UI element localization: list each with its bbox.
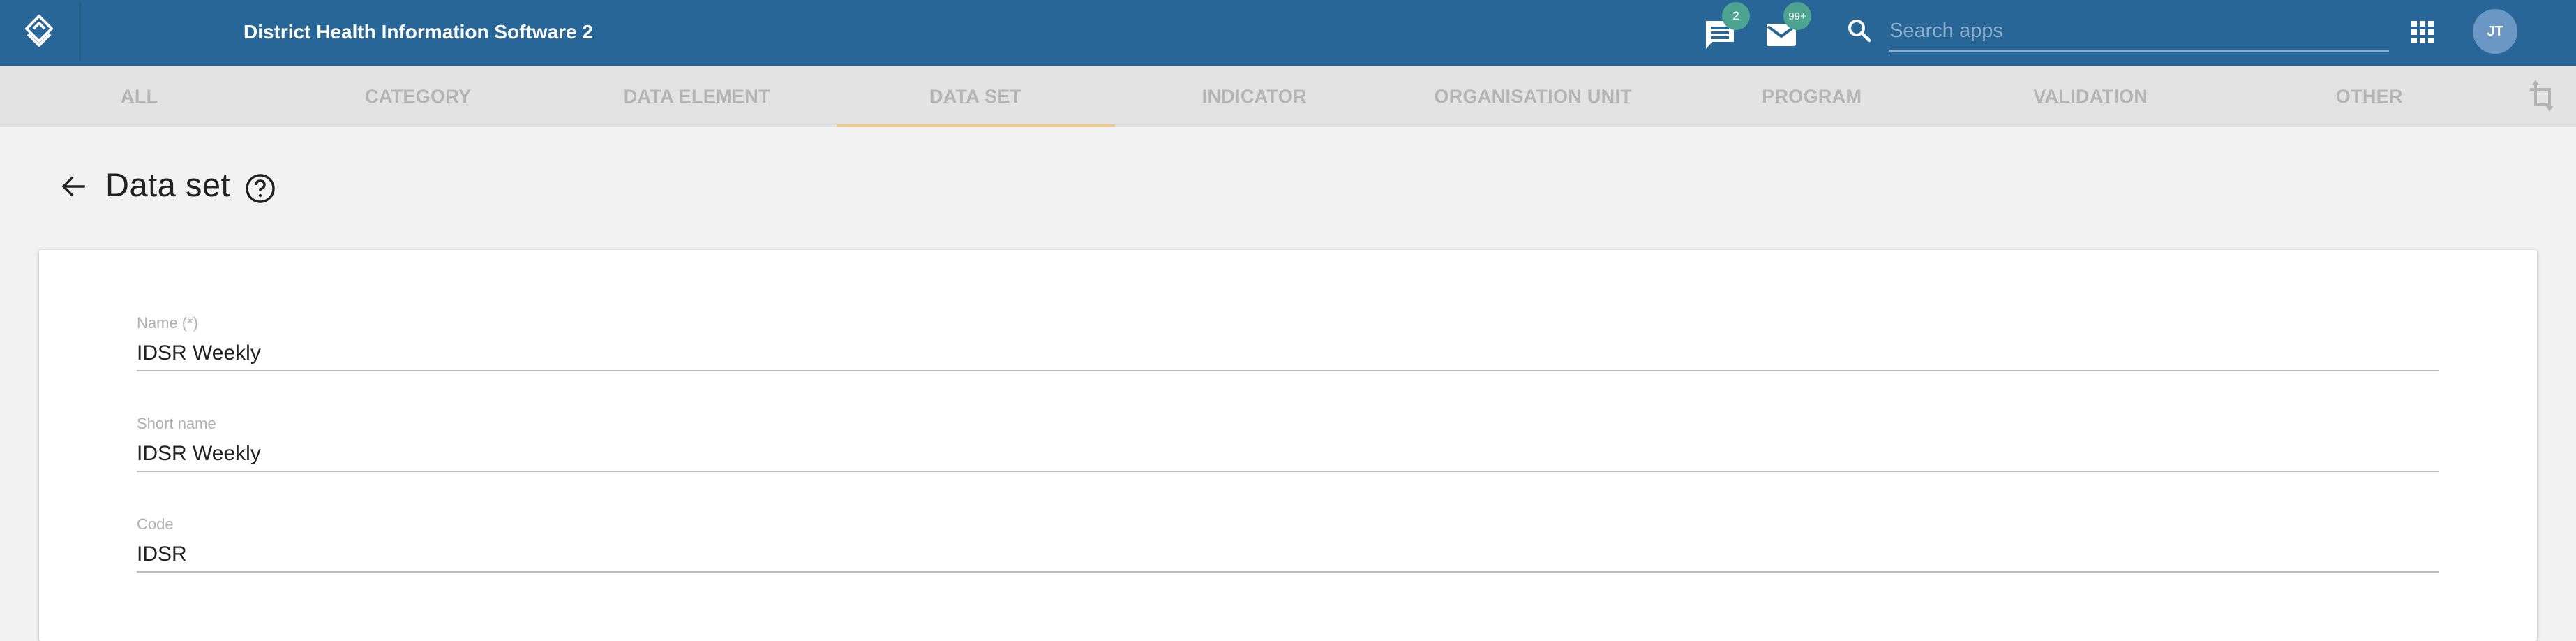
crop-rotate-icon[interactable] [2526, 77, 2559, 115]
short-name-label: Short name [137, 415, 216, 432]
header-divider [79, 1, 81, 61]
mail-badge: 99+ [1783, 2, 1811, 30]
code-input[interactable] [137, 542, 2439, 573]
page-title: Data set [105, 166, 231, 203]
app-title: District Health Information Software 2 [244, 21, 593, 43]
short-name-input[interactable] [137, 441, 2439, 472]
search-apps-input[interactable] [1889, 13, 2389, 52]
section-tabs: ALL CATEGORY DATA ELEMENT DATA SET INDIC… [0, 66, 2576, 127]
code-label: Code [137, 515, 174, 533]
tab-organisation-unit[interactable]: ORGANISATION UNIT [1394, 66, 1673, 127]
tab-all[interactable]: ALL [0, 66, 279, 127]
tab-indicator[interactable]: INDICATOR [1115, 66, 1394, 127]
search-icon [1848, 20, 1871, 43]
data-set-form-card: Name (*) Short name Code [39, 250, 2537, 641]
app-header: District Health Information Software 2 2… [0, 0, 2576, 66]
tab-program[interactable]: PROGRAM [1672, 66, 1952, 127]
name-label: Name (*) [137, 314, 199, 332]
tab-data-set[interactable]: DATA SET [836, 66, 1116, 127]
help-icon[interactable] [244, 172, 276, 205]
tab-category[interactable]: CATEGORY [279, 66, 558, 127]
name-input[interactable] [137, 341, 2439, 371]
user-avatar[interactable]: JT [2473, 9, 2517, 54]
dhis2-logo-icon[interactable] [20, 12, 59, 54]
back-arrow-icon[interactable] [59, 172, 87, 200]
tab-data-element[interactable]: DATA ELEMENT [557, 66, 837, 127]
tab-other[interactable]: OTHER [2230, 66, 2509, 127]
messages-badge: 2 [1722, 2, 1750, 30]
tab-validation[interactable]: VALIDATION [1952, 66, 2231, 127]
apps-grid-icon[interactable] [2411, 21, 2434, 44]
